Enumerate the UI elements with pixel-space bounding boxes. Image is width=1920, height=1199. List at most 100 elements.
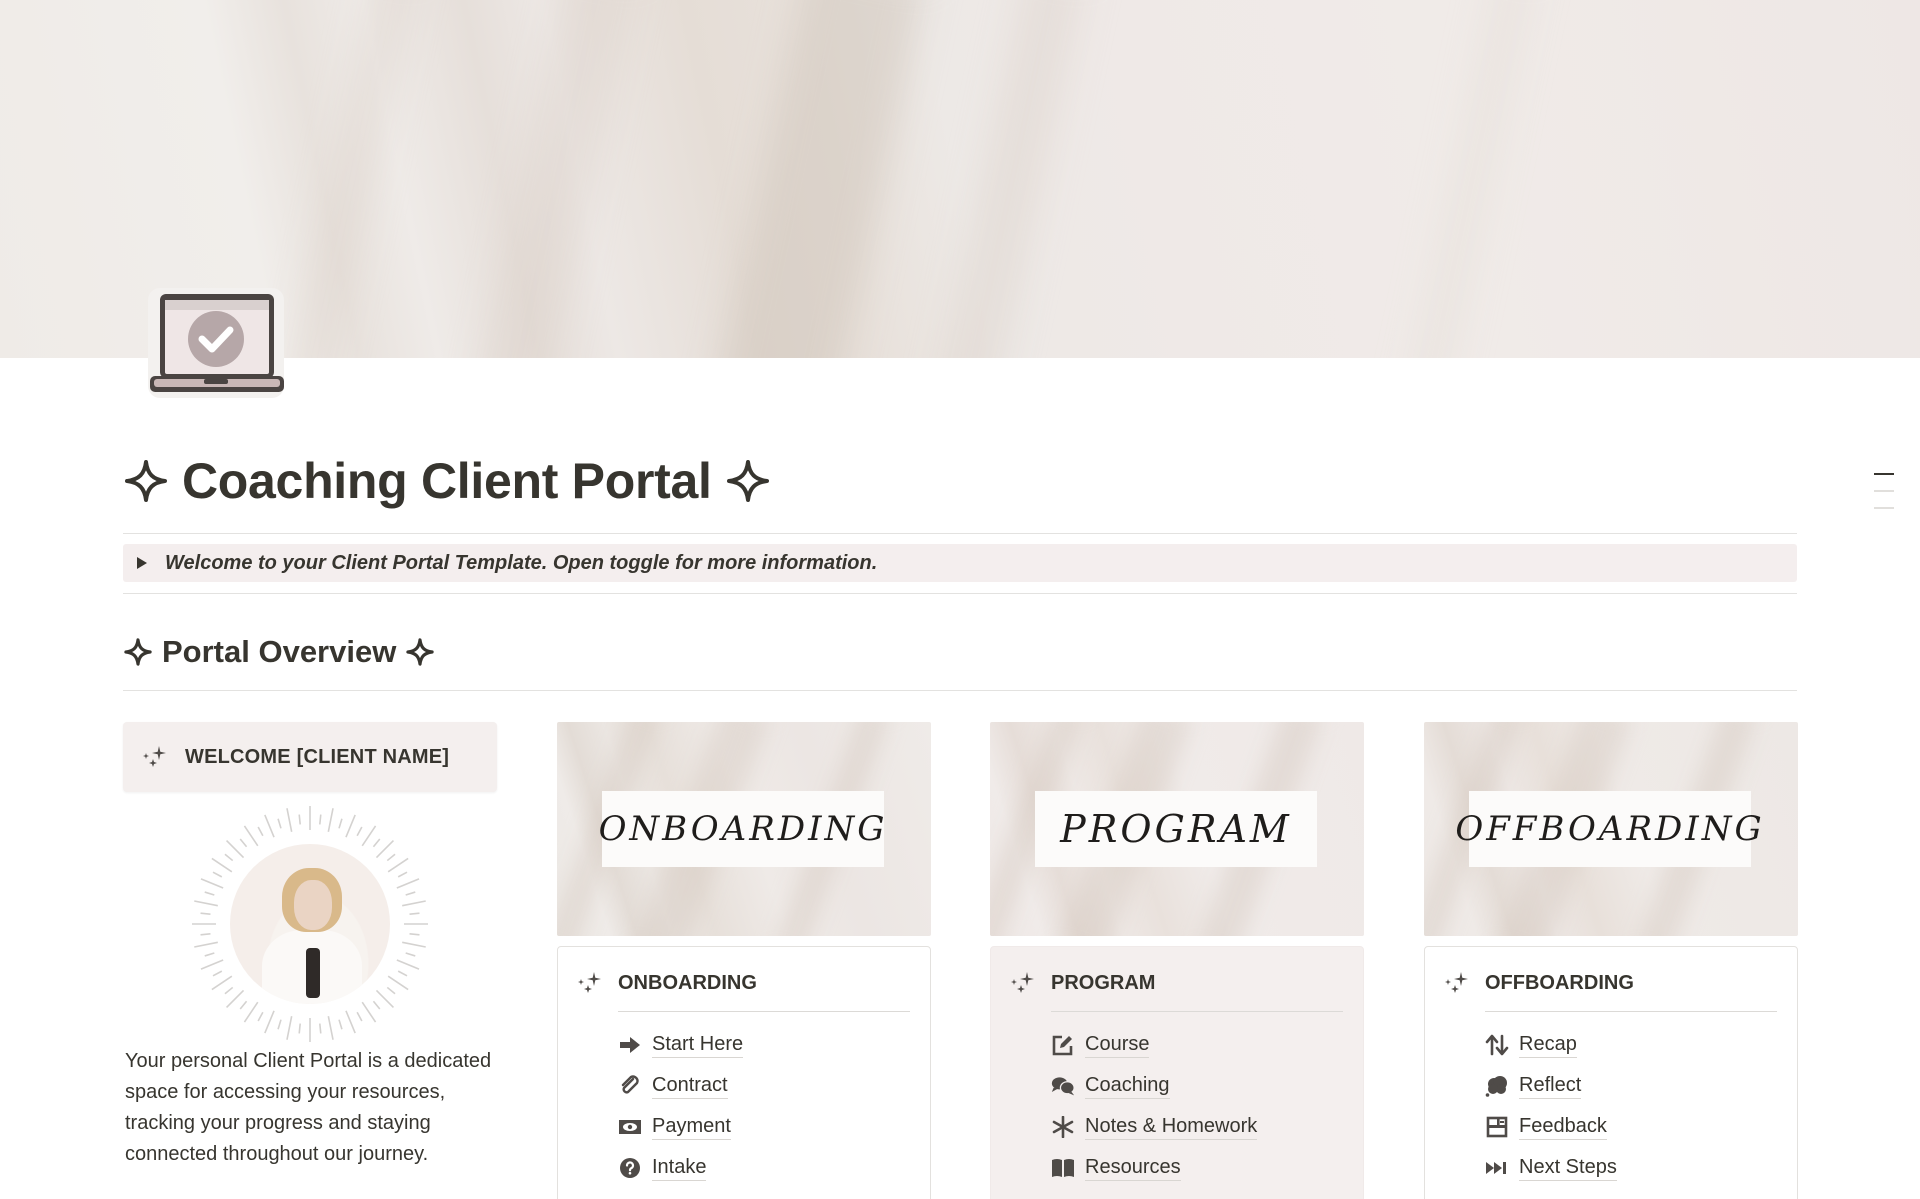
sunburst-ray <box>405 952 416 957</box>
toggle-text: Welcome to your Client Portal Template. … <box>165 551 878 574</box>
sunburst-ray <box>211 975 233 991</box>
sunburst-ray <box>387 975 409 991</box>
divider <box>123 533 1797 534</box>
sunburst-ray <box>225 839 245 859</box>
form-icon <box>1485 1115 1509 1139</box>
sunburst-ray <box>239 1000 248 1010</box>
sunburst-ray <box>264 814 275 838</box>
link-intake[interactable]: Intake <box>618 1147 910 1188</box>
client-avatar-frame <box>190 804 430 1044</box>
program-banner[interactable]: PROGRAM <box>990 722 1364 936</box>
laptop-check-icon[interactable] <box>140 284 292 408</box>
sunburst-ray <box>338 1019 343 1030</box>
link-contract[interactable]: Contract <box>618 1065 910 1106</box>
link-feedback[interactable]: Feedback <box>1485 1106 1777 1147</box>
divider <box>1051 1011 1343 1012</box>
sunburst-ray <box>200 959 224 970</box>
toggle-triangle-icon[interactable] <box>137 557 147 569</box>
offboarding-banner[interactable]: OFFBOARDING <box>1424 722 1798 936</box>
welcome-column: WELCOME [CLIENT NAME] Your personal Clie… <box>123 722 497 1170</box>
divider <box>618 1011 910 1012</box>
sunburst-ray <box>257 1011 264 1022</box>
fast-forward-icon <box>1485 1156 1509 1180</box>
intro-text: Your personal Client Portal is a dedicat… <box>125 1050 492 1165</box>
list-header-label: OFFBOARDING <box>1485 971 1634 994</box>
sunburst-ray <box>319 1023 322 1034</box>
sunburst-ray <box>211 857 233 873</box>
sunburst-ray <box>361 1001 377 1023</box>
asterisk-icon <box>1051 1115 1075 1139</box>
banner-label: PROGRAM <box>1035 791 1317 867</box>
sunburst-ray <box>396 959 420 970</box>
link-payment[interactable]: Payment <box>618 1106 910 1147</box>
sparkle-outline-icon <box>125 460 167 502</box>
program-list-card: PROGRAM Course Coaching Notes & Homework… <box>990 946 1364 1199</box>
sunburst-ray <box>386 853 396 862</box>
sunburst-ray <box>327 808 334 832</box>
link-resources[interactable]: Resources <box>1051 1147 1343 1188</box>
banner-label: OFFBOARDING <box>1455 791 1762 867</box>
sunburst-ray <box>225 989 245 1009</box>
link-notes-homework[interactable]: Notes & Homework <box>1051 1106 1343 1147</box>
sunburst-ray <box>243 1001 259 1023</box>
sunburst-ray <box>277 818 282 829</box>
table-of-contents-indicator[interactable] <box>1874 473 1894 524</box>
offboarding-list-card: OFFBOARDING Recap Reflect Feedback Next … <box>1424 946 1798 1199</box>
section-heading-text: Portal Overview <box>162 634 397 669</box>
sunburst-ray <box>356 826 363 837</box>
sunburst-ray <box>277 1019 282 1030</box>
toc-line[interactable] <box>1874 490 1894 492</box>
sunburst-ray <box>375 839 395 859</box>
link-course[interactable]: Course <box>1051 1024 1343 1065</box>
offboarding-column: OFFBOARDING OFFBOARDING Recap Reflect Fe… <box>1424 722 1798 1199</box>
link-recap[interactable]: Recap <box>1485 1024 1777 1065</box>
sunburst-ray <box>224 986 234 995</box>
sunburst-ray <box>405 891 416 896</box>
sparkle-outline-icon <box>124 638 152 666</box>
program-column: PROGRAM PROGRAM Course Coaching Notes & … <box>990 722 1364 1199</box>
welcome-label: WELCOME [CLIENT NAME] <box>185 745 450 768</box>
sunburst-ray <box>319 814 322 825</box>
sparkles-icon <box>1445 972 1468 993</box>
sparkle-outline-icon <box>726 460 769 502</box>
sunburst-ray <box>243 825 259 847</box>
sunburst-ray <box>402 900 426 907</box>
sunburst-ray <box>409 912 420 915</box>
sunburst-ray <box>397 970 408 977</box>
sunburst-ray <box>298 814 301 825</box>
sunburst-ray <box>327 1016 334 1040</box>
sunburst-ray <box>409 933 420 936</box>
list-header-label: ONBOARDING <box>618 971 757 994</box>
link-start-here[interactable]: Start Here <box>618 1024 910 1065</box>
sunburst-ray <box>396 878 420 889</box>
sunburst-ray <box>204 891 215 896</box>
avatar[interactable] <box>230 844 390 1004</box>
page-title-text: Coaching Client Portal <box>182 453 712 509</box>
thought-bubble-icon <box>1485 1074 1509 1098</box>
sunburst-ray <box>194 941 218 948</box>
arrows-up-down-icon <box>1485 1033 1509 1057</box>
paperclip-icon <box>618 1074 642 1098</box>
sparkles-icon <box>578 972 601 993</box>
sunburst-ray <box>194 900 218 907</box>
sunburst-ray <box>402 941 426 948</box>
sunburst-ray <box>397 871 408 878</box>
toc-line-active[interactable] <box>1874 473 1894 475</box>
onboarding-banner[interactable]: ONBOARDING <box>557 722 931 936</box>
banner-label: ONBOARDING <box>599 791 884 867</box>
sunburst-ray <box>257 826 264 837</box>
link-coaching[interactable]: Coaching <box>1051 1065 1343 1106</box>
welcome-toggle[interactable]: Welcome to your Client Portal Template. … <box>123 544 1797 582</box>
sunburst-ray <box>264 1010 275 1034</box>
money-bill-icon <box>618 1115 642 1139</box>
sunburst-ray <box>200 933 211 936</box>
sunburst-ray <box>212 970 223 977</box>
link-next-steps[interactable]: Next Steps <box>1485 1147 1777 1188</box>
sunburst-ray <box>298 1023 301 1034</box>
sunburst-ray <box>387 857 409 873</box>
sunburst-ray <box>224 853 234 862</box>
link-reflect[interactable]: Reflect <box>1485 1065 1777 1106</box>
question-circle-icon <box>618 1156 642 1180</box>
toc-line[interactable] <box>1874 507 1894 509</box>
page-title[interactable]: Coaching Client Portal <box>124 452 770 510</box>
